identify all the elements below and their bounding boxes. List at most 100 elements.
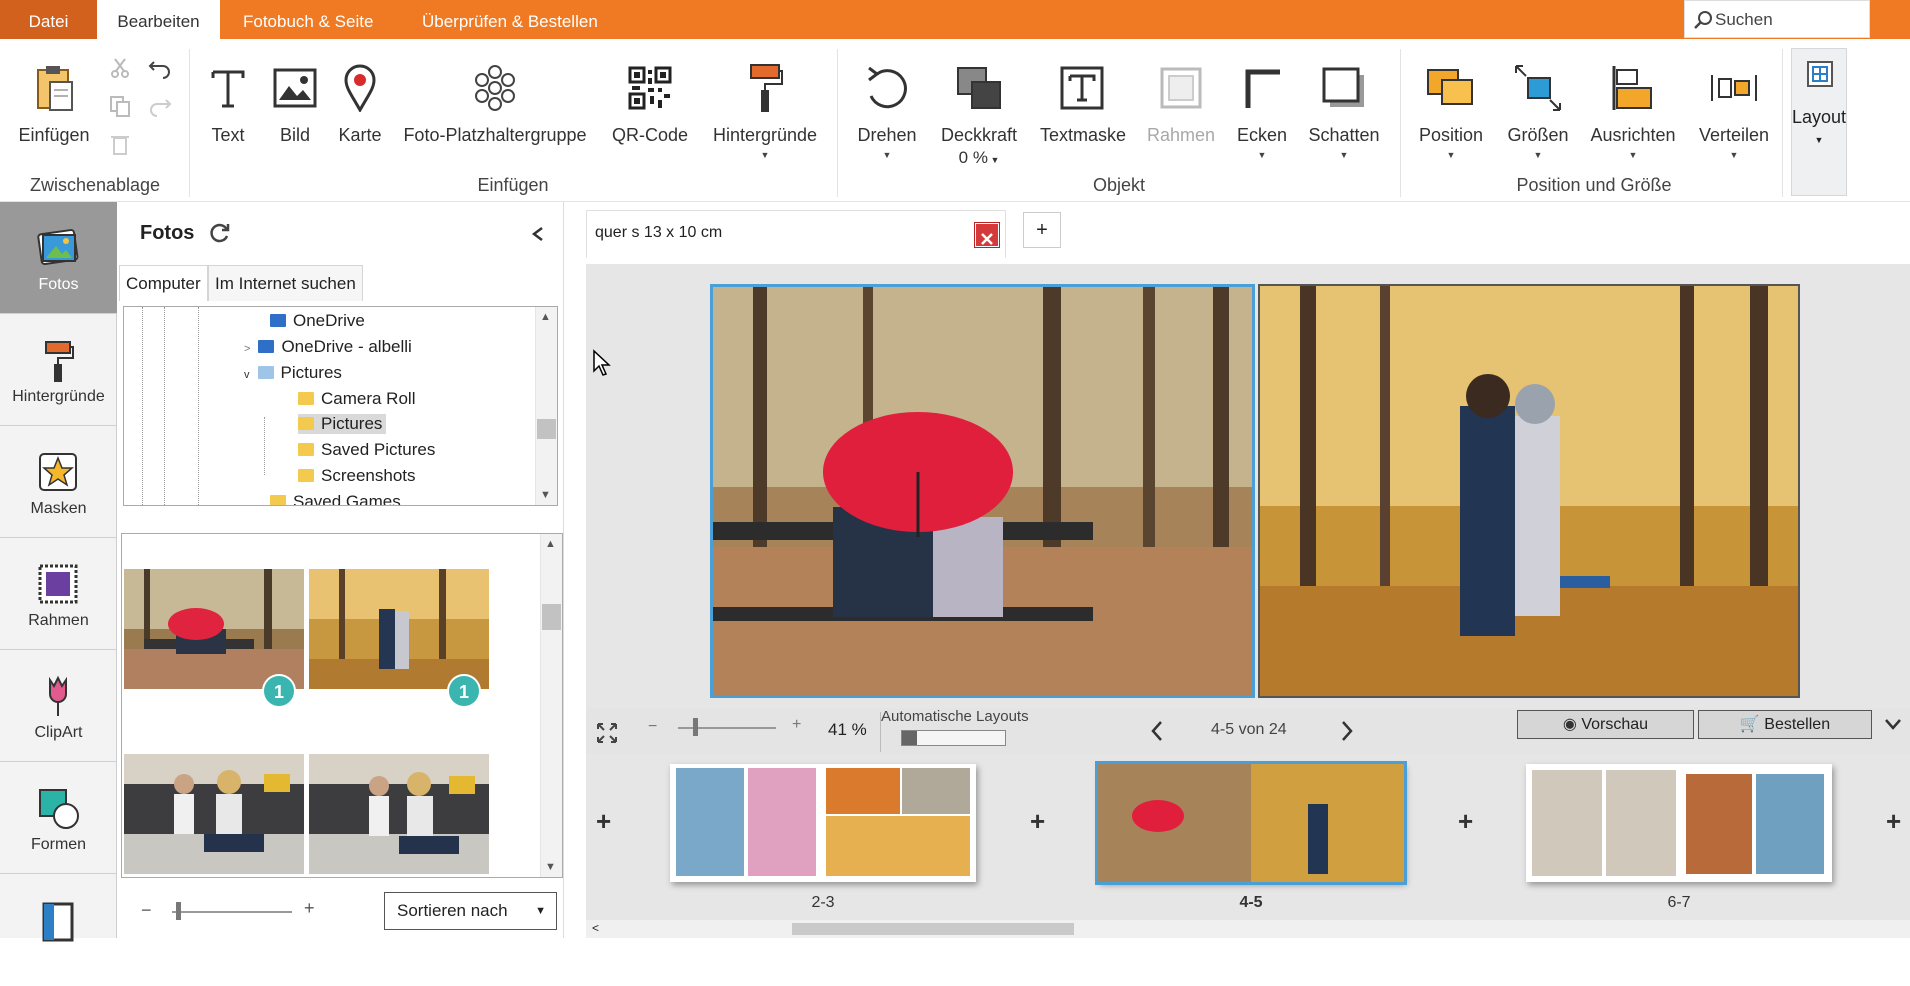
chevron-down-icon: ▼ [1814, 135, 1824, 145]
qr-code-button[interactable]: QR-Code [610, 57, 690, 146]
zoom-out-icon[interactable]: − [141, 900, 152, 921]
chevron-down-icon[interactable] [1884, 717, 1902, 731]
spread-thumbnail[interactable] [670, 764, 976, 882]
position-button[interactable]: Position ▼ [1416, 57, 1486, 160]
photo-thumbnail-couple[interactable] [309, 569, 489, 689]
photo-thumbnail-family[interactable] [124, 754, 304, 874]
redo-icon[interactable] [148, 94, 172, 118]
preview-button[interactable]: ◉ Vorschau [1517, 710, 1694, 739]
refresh-icon[interactable] [209, 222, 231, 244]
tab-internet-search[interactable]: Im Internet suchen [208, 265, 363, 301]
layout-button[interactable]: Layout ▼ [1791, 48, 1847, 196]
add-tab-button[interactable]: + [1023, 212, 1061, 248]
tree-item[interactable]: Saved Pictures [298, 440, 435, 460]
tree-guide [264, 417, 265, 475]
backgrounds-button[interactable]: Hintergründe ▼ [711, 57, 819, 160]
scroll-thumb[interactable] [537, 419, 556, 439]
zoom-out-icon[interactable]: − [648, 718, 657, 736]
tab-fotobuch-seite[interactable]: Fotobuch & Seite [223, 0, 393, 39]
fit-to-screen-icon[interactable] [596, 722, 618, 744]
spread-thumbnail[interactable] [1526, 764, 1832, 882]
tree-guide [198, 307, 199, 505]
shadow-button[interactable]: Schatten ▼ [1306, 57, 1382, 160]
thumbnail-size-slider[interactable] [172, 911, 292, 913]
rotate-button[interactable]: Drehen ▼ [855, 57, 919, 160]
auto-layouts-toggle[interactable] [901, 730, 1006, 746]
opacity-button[interactable]: Deckkraft 0 % ▼ [940, 57, 1018, 168]
zoom-in-icon[interactable]: + [304, 898, 315, 919]
ribbon: Einfügen Zwischenablage Text Bild Karte … [0, 39, 1910, 202]
slider-handle[interactable] [176, 902, 181, 920]
copy-icon[interactable] [108, 94, 132, 118]
photo-thumbnail-umbrella[interactable] [124, 569, 304, 689]
nav-more[interactable] [0, 874, 117, 986]
insert-image-button[interactable]: Bild [271, 57, 319, 146]
text-mask-button[interactable]: Textmaske [1040, 57, 1126, 146]
tab-ueberpruefen-bestellen[interactable]: Überprüfen & Bestellen [402, 0, 618, 39]
scroll-up-icon[interactable]: ▲ [540, 311, 551, 323]
nav-fotos[interactable]: Fotos [0, 202, 117, 314]
add-page-button[interactable]: + [1458, 806, 1473, 837]
kissing-couple-photo [1260, 286, 1798, 696]
tree-item[interactable]: v Pictures [244, 363, 342, 383]
scroll-thumb[interactable] [792, 923, 1074, 935]
align-button[interactable]: Ausrichten ▼ [1590, 57, 1676, 160]
tree-item-selected[interactable]: Pictures [298, 414, 387, 434]
tree-scrollbar[interactable]: ▲ ▼ [535, 307, 557, 505]
scroll-down-icon[interactable]: ▼ [545, 861, 556, 873]
corners-button[interactable]: Ecken ▼ [1236, 57, 1288, 160]
undo-icon[interactable] [148, 56, 172, 80]
tree-item[interactable]: Screenshots [298, 466, 416, 486]
insert-text-button[interactable]: Text [206, 57, 250, 146]
tree-item[interactable]: Saved Games [270, 492, 401, 505]
add-page-button[interactable]: + [1030, 806, 1045, 837]
tree-item[interactable]: Camera Roll [298, 389, 415, 409]
tab-bearbeiten[interactable]: Bearbeiten [97, 0, 220, 39]
next-page-icon[interactable] [1340, 720, 1354, 742]
distribute-button[interactable]: Verteilen ▼ [1698, 57, 1770, 160]
folder-icon [298, 392, 314, 405]
delete-icon[interactable] [108, 132, 132, 156]
add-page-button[interactable]: + [596, 806, 611, 837]
frame-button[interactable]: Rahmen [1146, 57, 1216, 146]
menu-bar: Datei Bearbeiten Fotobuch & Seite Überpr… [0, 0, 1910, 39]
thumbnail-scrollbar[interactable]: ▲ ▼ [540, 534, 562, 877]
scroll-down-icon[interactable]: ▼ [540, 489, 551, 501]
slider-handle[interactable] [693, 718, 698, 736]
tree-item[interactable]: OneDrive [270, 311, 365, 331]
paste-button[interactable]: Einfügen [14, 57, 94, 146]
left-navigation: Fotos Hintergründe Masken Rahmen ClipArt… [0, 202, 117, 942]
filmstrip-scrollbar[interactable]: < [586, 920, 1910, 938]
sizes-button[interactable]: Größen ▼ [1506, 57, 1570, 160]
cut-icon[interactable] [108, 56, 132, 80]
add-page-button[interactable]: + [1886, 806, 1901, 837]
tree-item[interactable]: > OneDrive - albelli [244, 337, 412, 357]
previous-page-icon[interactable] [1150, 720, 1164, 742]
tab-computer[interactable]: Computer [119, 265, 208, 301]
chevron-down-icon: ▼ [1729, 150, 1739, 160]
nav-rahmen[interactable]: Rahmen [0, 538, 117, 650]
spread-label-current: 4-5 [1239, 894, 1263, 911]
spread-thumbnail-selected[interactable] [1095, 761, 1407, 885]
photo-group-button[interactable]: Foto-Platzhaltergruppe [402, 57, 588, 146]
document-tab[interactable]: quer s 13 x 10 cm [586, 210, 1006, 258]
zoom-in-icon[interactable]: + [792, 716, 801, 734]
insert-map-button[interactable]: Karte [334, 57, 386, 146]
order-button[interactable]: 🛒 Bestellen [1698, 710, 1872, 739]
left-page-photo[interactable] [710, 284, 1255, 698]
right-page-photo[interactable] [1258, 284, 1800, 698]
mouse-cursor-icon [593, 349, 611, 376]
sort-dropdown[interactable]: Sortieren nach ▼ [384, 892, 557, 930]
close-icon[interactable] [974, 222, 1000, 248]
nav-formen[interactable]: Formen [0, 762, 117, 874]
scroll-left-icon[interactable]: < [592, 921, 599, 935]
search-input[interactable]: Suchen [1684, 0, 1870, 38]
scroll-up-icon[interactable]: ▲ [545, 538, 556, 550]
photo-thumbnail-family-2[interactable] [309, 754, 489, 874]
nav-masken[interactable]: Masken [0, 426, 117, 538]
menu-file[interactable]: Datei [0, 0, 97, 39]
nav-hintergruende[interactable]: Hintergründe [0, 314, 117, 426]
nav-clipart[interactable]: ClipArt [0, 650, 117, 762]
collapse-panel-icon[interactable] [531, 226, 545, 242]
scroll-thumb[interactable] [542, 604, 561, 630]
